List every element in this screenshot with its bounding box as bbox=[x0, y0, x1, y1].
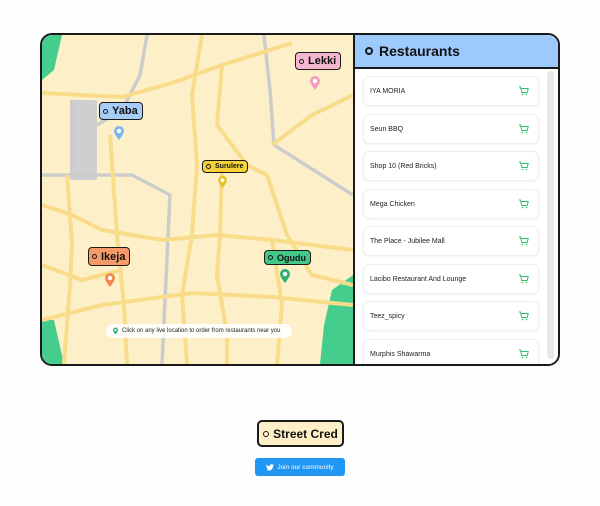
restaurant-item[interactable]: Lacibo Restaurant And Lounge bbox=[363, 264, 539, 294]
map-hint-text: Click on any live location to order from… bbox=[122, 328, 281, 334]
dot-icon bbox=[299, 58, 304, 64]
cart-icon[interactable] bbox=[518, 348, 530, 360]
restaurant-name: Lacibo Restaurant And Lounge bbox=[370, 275, 467, 283]
restaurant-name: Seun BBQ bbox=[370, 125, 404, 133]
location-label-lekki[interactable]: Lekki bbox=[295, 52, 342, 70]
restaurants-panel: Restaurants IYA MORIA Seun BBQ Shop 10 (… bbox=[355, 35, 558, 364]
location-marker-surulere[interactable] bbox=[217, 175, 228, 189]
dot-icon bbox=[365, 47, 373, 55]
restaurant-item[interactable]: Seun BBQ bbox=[363, 114, 539, 144]
location-marker-ikeja[interactable] bbox=[104, 272, 116, 288]
cart-icon[interactable] bbox=[518, 198, 530, 210]
join-community-button[interactable]: Join our community bbox=[255, 458, 345, 476]
restaurant-name: Mega Chicken bbox=[370, 200, 415, 208]
join-community-label: Join our community bbox=[277, 463, 334, 471]
map-background bbox=[42, 35, 353, 364]
location-label-ikeja[interactable]: Ikeja bbox=[88, 247, 131, 266]
location-label-yaba[interactable]: Yaba bbox=[99, 102, 143, 120]
twitter-icon bbox=[266, 463, 275, 471]
restaurant-name: IYA MORIA bbox=[370, 87, 406, 95]
location-marker-yaba[interactable] bbox=[113, 125, 125, 141]
map-card: Yaba Lekki Surulere Ikeja Ogudu Click on… bbox=[40, 33, 560, 366]
map[interactable]: Yaba Lekki Surulere Ikeja Ogudu Click on… bbox=[42, 35, 353, 364]
dot-icon bbox=[92, 254, 97, 259]
dot-icon bbox=[103, 108, 108, 114]
restaurant-list-scrollbar[interactable] bbox=[547, 71, 554, 359]
location-label-ogudu[interactable]: Ogudu bbox=[264, 250, 311, 265]
restaurant-item[interactable]: Murphis Shawarma bbox=[363, 339, 539, 364]
restaurant-name: Murphis Shawarma bbox=[370, 350, 431, 358]
cart-icon[interactable] bbox=[518, 310, 530, 322]
dot-icon bbox=[268, 255, 273, 260]
restaurant-item[interactable]: The Place - Jubilee Mall bbox=[363, 226, 539, 256]
location-marker-ogudu[interactable] bbox=[279, 268, 291, 284]
restaurants-title: Restaurants bbox=[379, 43, 460, 59]
restaurant-name: Teez_spicy bbox=[370, 312, 405, 320]
cart-icon[interactable] bbox=[518, 123, 530, 135]
dot-icon bbox=[263, 430, 270, 437]
cart-icon[interactable] bbox=[518, 235, 530, 247]
restaurants-header: Restaurants bbox=[355, 35, 558, 69]
cart-icon[interactable] bbox=[518, 273, 530, 285]
location-pin-icon bbox=[113, 327, 118, 335]
restaurant-item[interactable]: Mega Chicken bbox=[363, 189, 539, 219]
restaurant-list[interactable]: IYA MORIA Seun BBQ Shop 10 (Red Bricks) … bbox=[355, 71, 558, 364]
restaurant-item[interactable]: Shop 10 (Red Bricks) bbox=[363, 151, 539, 181]
restaurant-item[interactable]: Teez_spicy bbox=[363, 301, 539, 331]
cart-icon[interactable] bbox=[518, 160, 530, 172]
restaurant-name: Shop 10 (Red Bricks) bbox=[370, 162, 437, 170]
cart-icon[interactable] bbox=[518, 85, 530, 97]
map-hint: Click on any live location to order from… bbox=[106, 324, 292, 338]
dot-icon bbox=[206, 164, 211, 169]
restaurant-name: The Place - Jubilee Mall bbox=[370, 237, 445, 245]
location-marker-lekki[interactable] bbox=[309, 75, 321, 91]
brand-logo[interactable]: Street Cred bbox=[257, 420, 344, 447]
location-label-surulere[interactable]: Surulere bbox=[202, 160, 249, 173]
brand-name: Street Cred bbox=[273, 426, 338, 441]
restaurant-item[interactable]: IYA MORIA bbox=[363, 76, 539, 106]
